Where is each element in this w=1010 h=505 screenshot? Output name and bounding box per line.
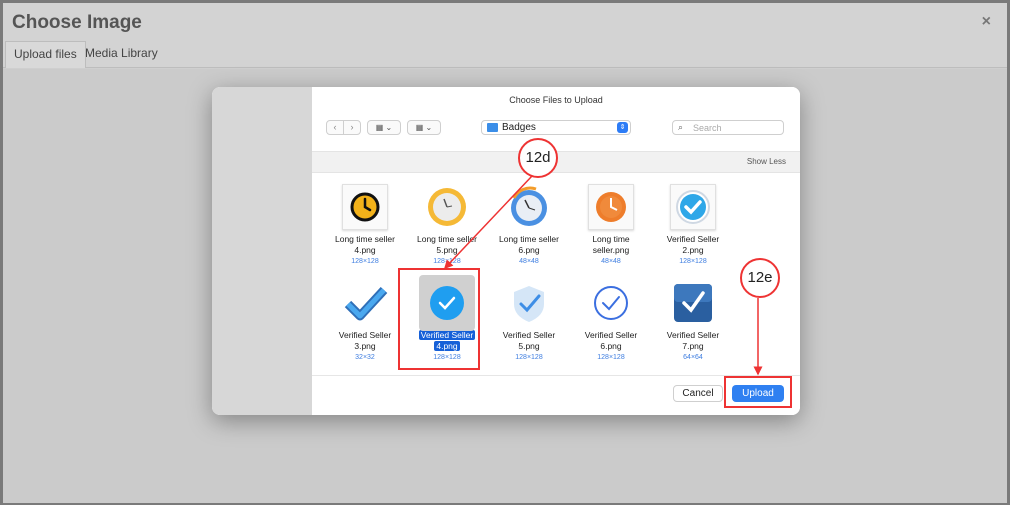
file-dims: 128×128 bbox=[433, 258, 461, 265]
tab-upload-files[interactable]: Upload files bbox=[5, 41, 86, 68]
nav-buttons: ‹ › bbox=[326, 120, 361, 135]
group-mode-button[interactable]: ▦ ⌄ bbox=[407, 120, 441, 135]
file-item[interactable]: Verified Seller 5.png 128×128 bbox=[488, 280, 570, 361]
file-item[interactable]: Verified Seller 6.png 128×128 bbox=[570, 280, 652, 361]
tab-bar: Upload files Media Library bbox=[3, 41, 1007, 68]
checkmark-icon bbox=[342, 280, 388, 326]
clock-gold-icon bbox=[424, 184, 470, 230]
clock-blue-icon bbox=[506, 184, 552, 230]
show-less-button[interactable]: Show Less bbox=[747, 157, 786, 166]
verified-badge-icon bbox=[670, 184, 716, 230]
file-dims: 48×48 bbox=[601, 258, 621, 265]
title-bar: Choose Image × bbox=[3, 3, 1007, 41]
shield-check-icon bbox=[506, 280, 552, 326]
file-dims: 128×128 bbox=[351, 258, 379, 265]
file-item[interactable]: Long time seller.png 48×48 bbox=[570, 184, 652, 265]
annotation-box-selected-file bbox=[398, 268, 480, 370]
dialog-main: Choose Files to Upload ‹ › ▦ ⌄ ▦ ⌄ Badge… bbox=[312, 87, 800, 415]
dialog-title: Choose Files to Upload bbox=[509, 95, 603, 105]
back-button[interactable]: ‹ bbox=[327, 121, 344, 134]
page-title: Choose Image bbox=[12, 12, 142, 33]
clock-black-icon bbox=[342, 184, 388, 230]
folder-select[interactable]: Badges ⇕ bbox=[481, 120, 631, 135]
annotation-label-12e: 12e bbox=[740, 258, 780, 298]
check-outline-icon bbox=[588, 280, 634, 326]
folder-icon bbox=[487, 123, 498, 132]
check-square-icon bbox=[670, 280, 716, 326]
file-dims: 48×48 bbox=[519, 258, 539, 265]
file-item[interactable]: Verified Seller 7.png 64×64 bbox=[652, 280, 734, 361]
file-dims: 128×128 bbox=[515, 354, 543, 361]
file-picker-dialog: Choose Files to Upload ‹ › ▦ ⌄ ▦ ⌄ Badge… bbox=[212, 87, 800, 415]
forward-button[interactable]: › bbox=[344, 121, 360, 134]
folder-name: Badges bbox=[502, 122, 536, 133]
search-input[interactable]: ⌕ Search bbox=[672, 120, 784, 135]
annotation-box-upload bbox=[724, 376, 792, 408]
file-dims: 64×64 bbox=[683, 354, 703, 361]
view-mode-button[interactable]: ▦ ⌄ bbox=[367, 120, 401, 135]
chevron-updown-icon: ⇕ bbox=[617, 122, 628, 133]
cancel-button[interactable]: Cancel bbox=[673, 385, 723, 402]
file-dims: 128×128 bbox=[597, 354, 625, 361]
tab-media-library[interactable]: Media Library bbox=[77, 41, 166, 68]
search-icon: ⌕ bbox=[678, 122, 684, 132]
file-dims: 32×32 bbox=[355, 354, 375, 361]
clock-orange-icon bbox=[588, 184, 634, 230]
file-item[interactable]: Long time seller 4.png 128×128 bbox=[324, 184, 406, 265]
close-icon[interactable]: × bbox=[982, 13, 991, 31]
file-item[interactable]: Long time seller 6.png 48×48 bbox=[488, 184, 570, 265]
file-item[interactable]: Verified Seller 2.png 128×128 bbox=[652, 184, 734, 265]
file-item[interactable]: Long time seller 5.png 128×128 bbox=[406, 184, 488, 265]
search-placeholder: Search bbox=[693, 123, 722, 133]
annotation-label-12d: 12d bbox=[518, 138, 558, 178]
dialog-sidebar bbox=[212, 87, 312, 415]
file-dims: 128×128 bbox=[679, 258, 707, 265]
file-item[interactable]: Verified Seller 3.png 32×32 bbox=[324, 280, 406, 361]
